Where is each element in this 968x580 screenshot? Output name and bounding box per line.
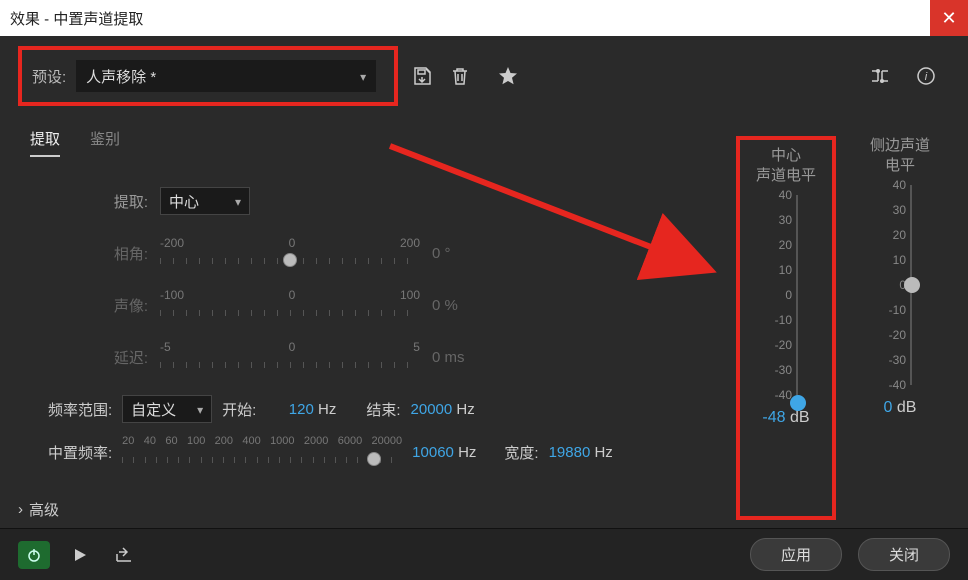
extract-select[interactable]: 中心 xyxy=(160,187,250,215)
chevron-down-icon xyxy=(197,401,203,418)
level-sliders: 中心 声道电平 40 30 20 10 0 -10 -20 -30 -40 xyxy=(736,128,950,520)
tab-extract[interactable]: 提取 xyxy=(30,128,60,157)
preset-select[interactable]: 人声移除 * xyxy=(76,60,376,92)
export-icon[interactable] xyxy=(110,541,138,569)
preset-highlight-box: 预设: 人声移除 * xyxy=(18,46,398,106)
svg-text:i: i xyxy=(925,71,928,83)
end-value[interactable]: 20000 xyxy=(411,401,453,418)
tab-discriminate[interactable]: 鉴别 xyxy=(90,128,120,157)
chevron-down-icon xyxy=(360,68,366,85)
freq-range-select[interactable]: 自定义 xyxy=(122,395,212,423)
play-icon[interactable] xyxy=(66,541,94,569)
delay-label: 延迟: xyxy=(78,347,148,368)
preset-row: 预设: 人声移除 * i xyxy=(18,44,950,108)
side-level-slider[interactable]: 40 30 20 10 0 -10 -20 -30 -40 xyxy=(880,185,920,385)
start-value[interactable]: 120 xyxy=(289,401,314,418)
phase-label: 相角: xyxy=(78,243,148,264)
center-level-slider[interactable]: 40 30 20 10 0 -10 -20 -30 -40 xyxy=(766,195,806,395)
freq-range-label: 频率范围: xyxy=(48,399,112,420)
phase-knob[interactable] xyxy=(283,253,297,267)
bottom-bar: 应用 关闭 xyxy=(0,528,968,580)
close-button[interactable]: 关闭 xyxy=(858,538,950,571)
center-level-knob[interactable] xyxy=(790,395,806,411)
left-panel: 提取 鉴别 提取: 中心 相角: -200 0 xyxy=(18,128,736,520)
center-freq-label: 中置频率: xyxy=(48,442,112,463)
chevron-right-icon: › xyxy=(18,501,23,518)
info-icon[interactable]: i xyxy=(912,62,940,90)
start-label: 开始: xyxy=(222,399,256,420)
apply-button[interactable]: 应用 xyxy=(750,538,842,571)
close-window-button[interactable]: ✕ xyxy=(930,0,968,36)
delay-slider[interactable]: -5 0 5 xyxy=(160,340,420,374)
preset-label: 预设: xyxy=(32,66,66,87)
width-value[interactable]: 19880 xyxy=(549,444,591,461)
center-freq-value[interactable]: 10060 xyxy=(412,444,454,461)
chevron-down-icon xyxy=(235,193,241,210)
routing-icon[interactable] xyxy=(866,62,894,90)
preset-value: 人声移除 * xyxy=(86,66,156,87)
end-label: 结束: xyxy=(366,399,400,420)
center-freq-slider[interactable]: 20 40 60 100 200 400 1000 2000 6000 2000… xyxy=(122,435,402,469)
star-icon[interactable] xyxy=(494,62,522,90)
title-bar: 效果 - 中置声道提取 ✕ xyxy=(0,0,968,36)
advanced-toggle[interactable]: › 高级 xyxy=(18,499,716,520)
width-label: 宽度: xyxy=(504,442,538,463)
pan-slider[interactable]: -100 0 100 xyxy=(160,288,420,322)
side-level-value[interactable]: 0 xyxy=(884,399,893,416)
side-level-box: 侧边声道 电平 40 30 20 10 0 -10 -20 -30 -40 xyxy=(850,136,950,520)
tabs: 提取 鉴别 xyxy=(30,128,716,157)
center-level-box: 中心 声道电平 40 30 20 10 0 -10 -20 -30 -40 xyxy=(736,136,836,520)
window-title: 效果 - 中置声道提取 xyxy=(10,8,143,29)
pan-label: 声像: xyxy=(78,295,148,316)
side-level-knob[interactable] xyxy=(904,277,920,293)
center-level-value[interactable]: -48 xyxy=(762,409,785,426)
center-freq-knob[interactable] xyxy=(367,452,381,466)
extract-label: 提取: xyxy=(78,191,148,212)
phase-slider[interactable]: -200 0 200 xyxy=(160,236,420,270)
trash-icon[interactable] xyxy=(446,62,474,90)
save-preset-icon[interactable] xyxy=(408,62,436,90)
power-button[interactable] xyxy=(18,541,50,569)
